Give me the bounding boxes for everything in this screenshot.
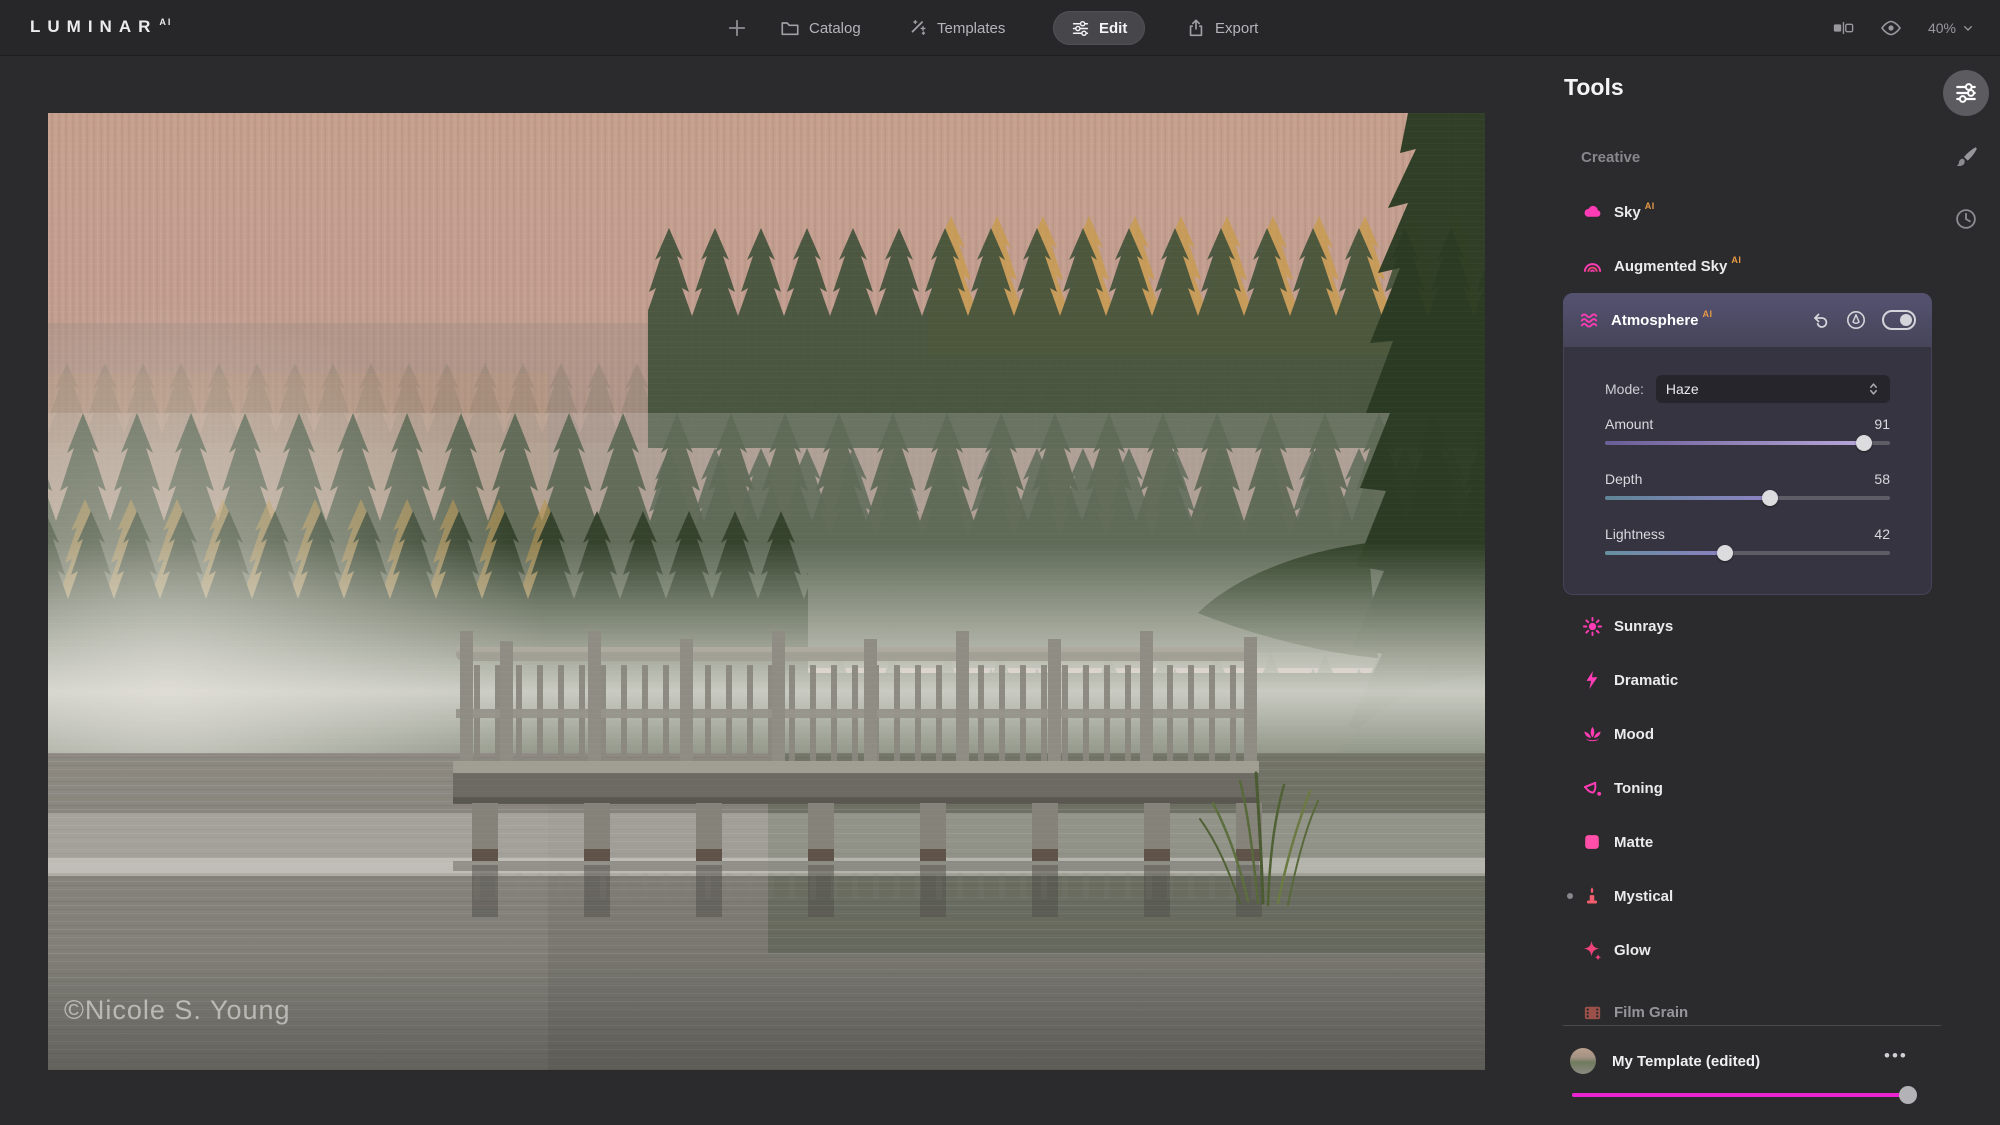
edit-tools-button[interactable] — [1943, 70, 1989, 116]
sidebar-item-glow[interactable]: Glow — [1563, 928, 1941, 972]
sidebar-item-sky[interactable]: Sky AI — [1563, 190, 1941, 234]
template-amount-slider[interactable] — [1572, 1093, 1917, 1097]
lake-pier-photo: ©Nicole S. Young — [48, 113, 1485, 1070]
slider-label: Depth — [1605, 471, 1642, 487]
sidebar-item-sunrays[interactable]: Sunrays — [1563, 604, 1941, 648]
reset-undo-icon[interactable] — [1811, 311, 1830, 330]
slider-thumb[interactable] — [1856, 435, 1872, 451]
section-creative: Creative — [1581, 149, 1640, 166]
tool-label: Matte — [1614, 834, 1653, 851]
ai-badge: AI — [1731, 255, 1741, 265]
divider — [1563, 1025, 1941, 1026]
slider-value: 42 — [1874, 526, 1890, 542]
edit-mask-icon[interactable] — [1846, 310, 1866, 330]
sidebar-item-film-grain[interactable]: Film Grain — [1563, 990, 1941, 1034]
template-name: My Template (edited) — [1612, 1053, 1760, 1070]
tool-label: Toning — [1614, 780, 1663, 797]
candle-icon — [1581, 885, 1603, 907]
tool-label: Film Grain — [1614, 1004, 1688, 1021]
history-button[interactable] — [1943, 196, 1989, 242]
ai-badge: AI — [1645, 201, 1655, 211]
tool-label: Dramatic — [1614, 672, 1678, 689]
sidebar-item-dramatic[interactable]: Dramatic — [1563, 658, 1941, 702]
mode-label: Mode: — [1605, 381, 1644, 397]
mode-value: Haze — [1666, 381, 1699, 397]
template-more-button[interactable]: ••• — [1884, 1046, 1908, 1066]
waves-icon — [1579, 310, 1600, 331]
slider-thumb[interactable] — [1899, 1086, 1917, 1104]
brush-icon — [1953, 144, 1979, 170]
add-button[interactable] — [727, 0, 747, 56]
top-bar: LUMINARAI Catalog Templates Edit Export — [0, 0, 2000, 56]
photo-watermark: ©Nicole S. Young — [64, 995, 291, 1025]
tool-label: Sky — [1614, 204, 1641, 221]
plus-icon — [727, 18, 747, 38]
slider-thumb[interactable] — [1717, 545, 1733, 561]
sliders-icon — [1954, 81, 1978, 105]
rainbow-icon — [1581, 255, 1603, 277]
sparkle-icon — [1581, 939, 1603, 961]
tool-label: Augmented Sky — [1614, 258, 1727, 275]
atmosphere-toggle-on[interactable] — [1882, 310, 1916, 330]
app-logo: LUMINARAI — [30, 17, 172, 37]
tool-label: Mood — [1614, 726, 1654, 743]
slider-value: 58 — [1874, 471, 1890, 487]
tab-edit[interactable]: Edit — [1053, 11, 1145, 45]
slider-value: 91 — [1874, 416, 1890, 432]
depth-slider[interactable] — [1605, 496, 1890, 500]
eye-icon[interactable] — [1880, 17, 1902, 39]
amount-slider[interactable] — [1605, 441, 1890, 445]
tab-export-label: Export — [1215, 20, 1258, 37]
sidebar-item-mystical[interactable]: Mystical — [1563, 874, 1941, 918]
template-thumbnail[interactable] — [1570, 1048, 1596, 1074]
zoom-level: 40% — [1928, 20, 1956, 36]
lightning-icon — [1581, 669, 1603, 691]
mode-select[interactable]: Haze — [1656, 375, 1890, 403]
zoom-control[interactable]: 40% — [1928, 20, 1974, 36]
sidebar-item-matte[interactable]: Matte — [1563, 820, 1941, 864]
tool-label: Mystical — [1614, 888, 1673, 905]
tab-export[interactable]: Export — [1186, 0, 1258, 56]
square-icon — [1581, 831, 1603, 853]
compare-before-after-icon[interactable] — [1832, 18, 1854, 38]
paint-bucket-icon — [1581, 777, 1603, 799]
ai-badge: AI — [1703, 309, 1713, 319]
sidebar-item-augmented-sky[interactable]: Augmented Sky AI — [1563, 244, 1941, 288]
clock-icon — [1953, 206, 1979, 232]
sliders-icon — [1071, 19, 1090, 38]
atmosphere-panel-header[interactable]: Atmosphere AI — [1563, 293, 1932, 347]
local-masking-button[interactable] — [1943, 134, 1989, 180]
magic-wand-icon — [908, 18, 928, 38]
cloud-icon — [1581, 201, 1603, 223]
folder-icon — [780, 18, 800, 38]
toggle-knob — [1900, 314, 1912, 326]
film-strip-icon — [1581, 1001, 1603, 1023]
export-icon — [1186, 18, 1206, 38]
sun-icon — [1581, 615, 1603, 637]
slider-label: Lightness — [1605, 526, 1665, 542]
lotus-icon — [1581, 723, 1603, 745]
select-chevrons-icon — [1867, 381, 1880, 397]
sidebar-item-mood[interactable]: Mood — [1563, 712, 1941, 756]
tab-edit-label: Edit — [1099, 20, 1127, 37]
tools-panel-title: Tools — [1564, 74, 1624, 101]
tab-catalog-label: Catalog — [809, 20, 861, 37]
tab-templates-label: Templates — [937, 20, 1005, 37]
tool-label: Sunrays — [1614, 618, 1673, 635]
slider-label: Amount — [1605, 416, 1653, 432]
atmosphere-title: Atmosphere — [1611, 312, 1699, 329]
tab-catalog[interactable]: Catalog — [780, 0, 861, 56]
chevron-down-icon — [1962, 22, 1974, 34]
lightness-slider[interactable] — [1605, 551, 1890, 555]
atmosphere-panel: Atmosphere AI Mode: Haze Amount 91 — [1563, 293, 1932, 595]
sidebar-item-toning[interactable]: Toning — [1563, 766, 1941, 810]
tab-templates[interactable]: Templates — [908, 0, 1005, 56]
slider-thumb[interactable] — [1762, 490, 1778, 506]
tool-label: Glow — [1614, 942, 1651, 959]
photo-canvas[interactable]: ©Nicole S. Young — [48, 113, 1485, 1070]
